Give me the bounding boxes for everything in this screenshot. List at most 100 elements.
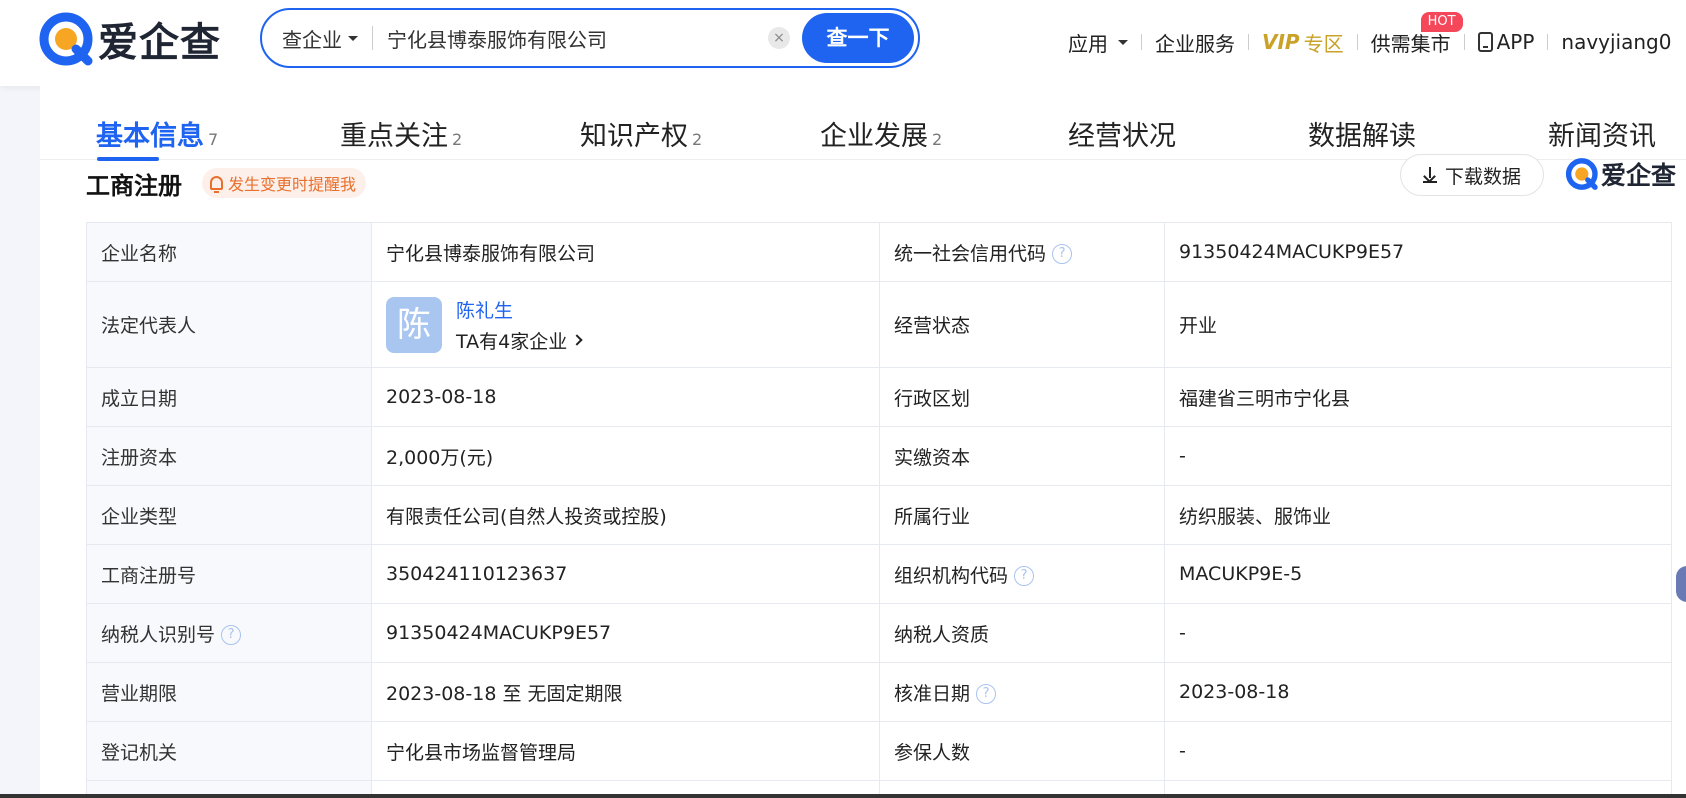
tab-operations[interactable]: 经营状况 [1068, 114, 1176, 153]
row-label-text: 纳税人识别号 [101, 623, 216, 646]
site-logo[interactable]: 爱企查 [38, 8, 221, 70]
tab-count: 2 [692, 130, 703, 149]
row-label: 统一社会信用代码? [879, 222, 1165, 282]
help-icon[interactable]: ? [1014, 566, 1035, 586]
taxpayer-id-value: 91350424MACUKP9E57 [371, 603, 880, 663]
table-row: 注册资本 2,000万(元) 实缴资本 - [86, 426, 1672, 486]
tab-label: 重点关注 [340, 121, 448, 152]
table-row: 成立日期 2023-08-18 行政区划 福建省三明市宁化县 [86, 367, 1672, 427]
search-type-dropdown[interactable]: 查企业 [282, 24, 358, 53]
nav-apps-label: 应用 [1068, 31, 1108, 56]
row-label: 工商注册号 [86, 544, 372, 604]
legal-rep-info: 陈礼生 TA有4家企业 [456, 296, 583, 354]
download-data-button[interactable]: 下载数据 [1400, 154, 1544, 196]
user-menu[interactable]: navyjiang0 [1561, 30, 1671, 54]
active-tab-indicator [97, 157, 159, 161]
logo-q-icon [1565, 158, 1598, 190]
row-label: 所属行业 [879, 485, 1165, 545]
tab-bar: 基本信息 7 重点关注 2 知识产权 2 企业发展 2 经营状况 数据解读 新闻资讯 [40, 86, 1686, 161]
nav-divider [1248, 34, 1249, 50]
row-label: 行政区划 [879, 367, 1165, 427]
table-row: 登记机关 宁化县市场监督管理局 参保人数 - [86, 721, 1672, 781]
registration-authority-value: 宁化县市场监督管理局 [371, 721, 880, 781]
tab-label: 经营状况 [1068, 121, 1176, 152]
row-label: 实缴资本 [879, 426, 1165, 486]
vip-zone-label: 专区 [1303, 31, 1344, 56]
paid-capital-value: - [1164, 426, 1672, 486]
tab-intellectual-property[interactable]: 知识产权 2 [580, 114, 702, 153]
tab-development[interactable]: 企业发展 2 [820, 114, 942, 153]
founded-date-value: 2023-08-18 [371, 367, 880, 427]
industry-value: 纺织服装、服饰业 [1164, 485, 1672, 545]
nav-divider [1463, 34, 1465, 50]
row-label: 登记机关 [86, 721, 372, 781]
tab-key-focus[interactable]: 重点关注 2 [340, 114, 462, 153]
avatar[interactable]: 陈 [386, 296, 442, 353]
tab-count: 2 [452, 130, 463, 149]
table-row: 法定代表人 陈 陈礼生 TA有4家企业 经营状态 开业 [86, 281, 1672, 368]
tab-count: 7 [208, 130, 219, 149]
top-nav: 应用 企业服务 VIP 专区 供需集市 HOT APP navyjiang0 [1068, 11, 1671, 58]
legal-rep: 陈 陈礼生 TA有4家企业 [386, 296, 865, 354]
tab-news[interactable]: 新闻资讯 [1548, 114, 1656, 153]
help-icon[interactable]: ? [221, 625, 242, 645]
change-reminder-label: 发生变更时提醒我 [228, 175, 357, 194]
row-label-text: 核准日期 [894, 682, 971, 705]
status-value: 开业 [1164, 281, 1672, 368]
related-companies-link[interactable]: TA有4家企业 [456, 327, 583, 354]
business-registration-table: 企业名称 宁化县博泰服饰有限公司 统一社会信用代码? 91350424MACUK… [86, 222, 1672, 798]
tab-label: 基本信息 [96, 121, 204, 152]
main-content: 基本信息 7 重点关注 2 知识产权 2 企业发展 2 经营状况 数据解读 新闻资讯 工… [40, 86, 1686, 798]
table-row: 营业期限 2023-08-18 至 无固定期限 核准日期? 2023-08-18 [86, 662, 1672, 722]
search-input[interactable] [387, 26, 767, 50]
legal-rep-cell: 陈 陈礼生 TA有4家企业 [371, 281, 880, 368]
credit-code-value: 91350424MACUKP9E57 [1164, 222, 1672, 282]
company-type-value: 有限责任公司(自然人投资或控股) [371, 485, 880, 545]
company-name-value: 宁化县博泰服饰有限公司 [371, 222, 880, 282]
tab-label: 知识产权 [580, 121, 688, 152]
section-title: 工商注册 [86, 172, 182, 200]
phone-icon [1477, 32, 1493, 52]
nav-apps[interactable]: 应用 [1068, 28, 1128, 57]
tab-count: 2 [932, 130, 943, 149]
nav-vip-zone[interactable]: VIP 专区 [1262, 28, 1344, 57]
download-label: 下载数据 [1444, 165, 1521, 188]
tab-data-analysis[interactable]: 数据解读 [1308, 114, 1416, 153]
nav-enterprise-service[interactable]: 企业服务 [1155, 28, 1235, 57]
row-label: 法定代表人 [86, 281, 372, 368]
search-button[interactable]: 查一下 [802, 13, 914, 63]
tab-label: 企业发展 [820, 121, 928, 152]
clear-search-icon[interactable]: × [768, 27, 790, 49]
registration-number-value: 350424110123637 [371, 544, 880, 604]
tab-label: 数据解读 [1308, 121, 1416, 152]
tab-basic-info[interactable]: 基本信息 7 [96, 114, 218, 153]
approval-date-value: 2023-08-18 [1164, 662, 1672, 722]
table-row: 企业类型 有限责任公司(自然人投资或控股) 所属行业 纺织服装、服饰业 [86, 485, 1672, 545]
row-label: 成立日期 [86, 367, 372, 427]
business-term-value: 2023-08-18 至 无固定期限 [371, 662, 880, 722]
row-label: 纳税人资质 [879, 603, 1165, 663]
top-header: 爱企查 查企业 × 查一下 应用 企业服务 VIP 专区 供需集市 HOT [0, 0, 1686, 86]
bottom-edge-bar [0, 794, 1686, 798]
brand-watermark: 爱企查 [1565, 154, 1676, 194]
logo-q-icon [39, 12, 93, 66]
chevron-down-icon [348, 35, 358, 41]
nav-market[interactable]: 供需集市 HOT [1371, 11, 1463, 57]
row-label: 核准日期? [879, 662, 1165, 722]
registered-capital-value: 2,000万(元) [371, 426, 880, 486]
brand-watermark-text: 爱企查 [1601, 161, 1677, 190]
nav-divider [1356, 34, 1358, 50]
nav-app[interactable]: APP [1477, 30, 1534, 54]
help-icon[interactable]: ? [976, 684, 997, 704]
help-icon[interactable]: ? [1052, 244, 1073, 264]
row-label: 组织机构代码? [879, 544, 1165, 604]
row-label: 营业期限 [86, 662, 372, 722]
floating-side-widget[interactable] [1676, 566, 1686, 602]
legal-rep-name-link[interactable]: 陈礼生 [456, 296, 581, 323]
search-divider [372, 26, 373, 50]
hot-badge: HOT [1420, 11, 1463, 32]
org-code-value: MACUKP9E-5 [1164, 544, 1672, 604]
taxpayer-qualification-value: - [1164, 603, 1672, 663]
change-reminder-button[interactable]: 发生变更时提醒我 [202, 168, 367, 198]
related-companies-label: TA有4家企业 [456, 330, 568, 353]
